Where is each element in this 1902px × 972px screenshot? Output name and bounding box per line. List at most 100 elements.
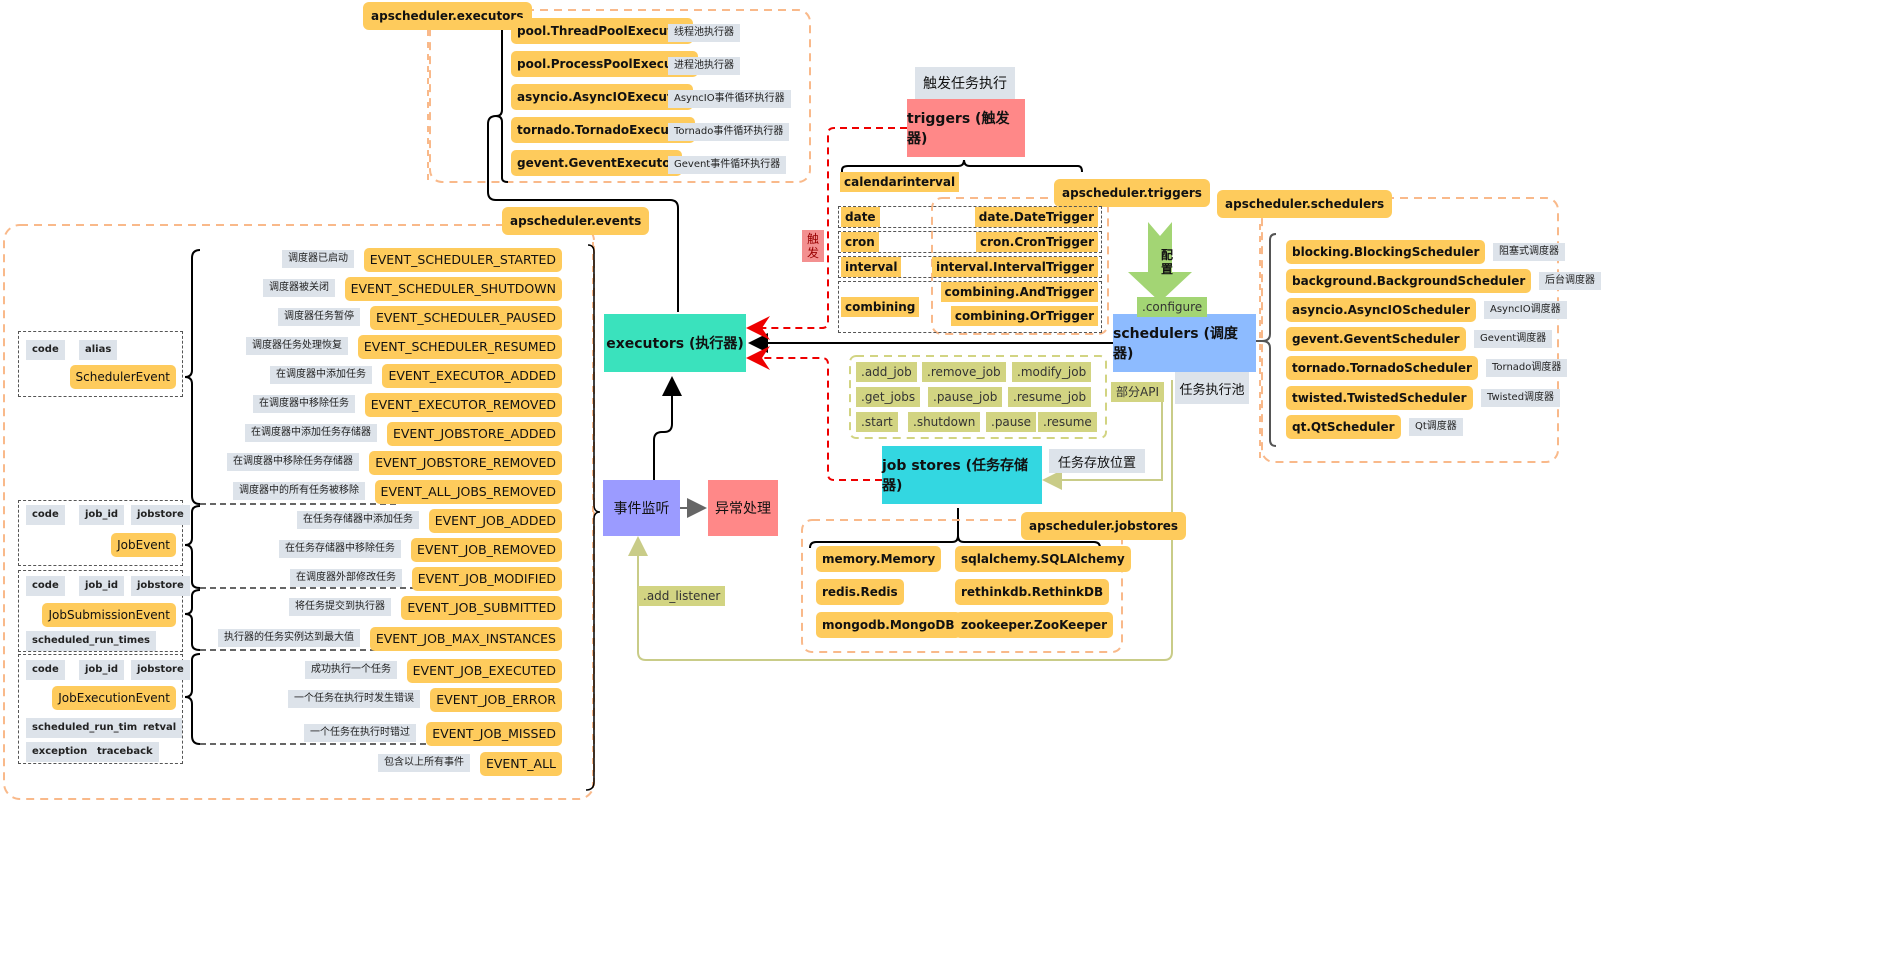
event-desc: 在调度器外部修改任务 bbox=[290, 569, 402, 587]
event-desc: 将任务提交到执行器 bbox=[289, 598, 391, 616]
trigger-alias: interval bbox=[841, 257, 902, 277]
scheduler-class: twisted.TwistedScheduler bbox=[1286, 386, 1473, 410]
trigger-alias: date bbox=[841, 207, 880, 227]
exception-handling-node[interactable]: 异常处理 bbox=[708, 480, 778, 536]
scheduler-class: qt.QtScheduler bbox=[1286, 415, 1401, 439]
attr-exception: exception bbox=[26, 742, 94, 762]
event-desc: 调度器中的所有任务被移除 bbox=[233, 482, 365, 500]
job-submission-event-box: code job_id jobstore JobSubmissionEvent … bbox=[18, 570, 190, 652]
attr-job-id: job_id bbox=[79, 576, 125, 596]
event-constant: EVENT_JOB_SUBMITTED bbox=[401, 596, 562, 620]
event-constant: EVENT_JOB_MISSED bbox=[426, 722, 562, 746]
event-constant: EVENT_JOB_MAX_INSTANCES bbox=[369, 627, 562, 651]
jobstore-class: memory.Memory bbox=[816, 546, 942, 572]
scheduler-desc: AsyncIO调度器 bbox=[1484, 301, 1567, 319]
executors-node[interactable]: executors (执行器) bbox=[604, 314, 746, 372]
event-constant: EVENT_SCHEDULER_RESUMED bbox=[357, 335, 562, 359]
attr-alias: alias bbox=[79, 340, 118, 360]
jobstore-class: redis.Redis bbox=[816, 579, 904, 605]
scheduler-class: tornado.TornadoScheduler bbox=[1286, 356, 1478, 380]
api-method[interactable]: .start bbox=[856, 412, 898, 432]
trigger-class: date.DateTrigger bbox=[974, 207, 1098, 227]
jobstores-module-label: apscheduler.jobstores bbox=[1021, 512, 1187, 540]
executor-class: pool.ThreadPoolExecutor bbox=[511, 18, 694, 44]
trigger-alias: cron bbox=[841, 232, 879, 252]
event-desc: 包含以上所有事件 bbox=[378, 754, 470, 772]
attr-code: code bbox=[26, 576, 65, 596]
scheduler-desc: Gevent调度器 bbox=[1474, 330, 1553, 348]
executor-desc: 进程池执行器 bbox=[668, 57, 740, 75]
jobstore-class: sqlalchemy.SQLAlchemy bbox=[955, 546, 1131, 572]
api-method[interactable]: .pause bbox=[986, 412, 1037, 432]
trigger-tag: 触发 bbox=[802, 230, 824, 262]
configure-label: .configure bbox=[1137, 297, 1208, 317]
schedulers-node[interactable]: schedulers (调度器) bbox=[1113, 314, 1256, 372]
executor-class: gevent.GeventExecutor bbox=[511, 150, 683, 176]
trigger-class: cron.CronTrigger bbox=[975, 232, 1098, 252]
trigger-class: combining.AndTrigger bbox=[940, 282, 1098, 302]
scheduler-desc: Qt调度器 bbox=[1409, 418, 1463, 436]
scheduler-class: background.BackgroundScheduler bbox=[1286, 269, 1532, 293]
event-desc: 在调度器中移除任务存储器 bbox=[227, 453, 359, 471]
event-constant: EVENT_JOB_EXECUTED bbox=[406, 659, 562, 683]
event-constant: EVENT_JOBSTORE_REMOVED bbox=[369, 451, 562, 475]
event-constant: EVENT_ALL bbox=[479, 752, 562, 776]
trigger-alias: combining bbox=[841, 297, 920, 317]
event-desc: 在任务存储器中移除任务 bbox=[279, 540, 401, 558]
trigger-class: combining.OrTrigger bbox=[950, 306, 1098, 326]
event-constant: EVENT_SCHEDULER_PAUSED bbox=[369, 306, 562, 330]
event-desc: 在任务存储器中添加任务 bbox=[297, 511, 419, 529]
event-desc: 成功执行一个任务 bbox=[305, 661, 397, 679]
jobstore-class: rethinkdb.RethinkDB bbox=[955, 579, 1110, 605]
executor-class: asyncio.AsyncIOExecutor bbox=[511, 84, 693, 110]
event-desc: 调度器被关闭 bbox=[263, 279, 335, 297]
triggers-node[interactable]: triggers (触发器) bbox=[907, 99, 1025, 157]
event-listener-node[interactable]: 事件监听 bbox=[603, 480, 680, 536]
event-constant: EVENT_JOB_REMOVED bbox=[411, 538, 562, 562]
event-desc: 一个任务在执行时发生错误 bbox=[288, 690, 420, 708]
event-constant: EVENT_JOB_ADDED bbox=[428, 509, 562, 533]
executor-desc: Tornado事件循环执行器 bbox=[668, 123, 790, 141]
attr-retval: retval bbox=[137, 718, 183, 738]
attr-jobstore: jobstore bbox=[131, 505, 190, 525]
event-constant: EVENT_EXECUTOR_ADDED bbox=[382, 364, 562, 388]
attr-code: code bbox=[26, 340, 65, 360]
scheduler-class: asyncio.AsyncIOScheduler bbox=[1286, 298, 1476, 322]
scheduler-class: blocking.BlockingScheduler bbox=[1286, 240, 1486, 264]
pool-note: 任务执行池 bbox=[1175, 372, 1249, 404]
scheduler-desc: Tornado调度器 bbox=[1486, 359, 1568, 377]
api-method[interactable]: .resume bbox=[1038, 412, 1097, 432]
event-desc: 在调度器中添加任务存储器 bbox=[245, 424, 377, 442]
executor-desc: AsyncIO事件循环执行器 bbox=[668, 90, 791, 108]
event-desc: 在调度器中添加任务 bbox=[270, 366, 372, 384]
api-method[interactable]: .get_jobs bbox=[856, 387, 921, 407]
scheduler-desc: Twisted调度器 bbox=[1481, 389, 1561, 407]
job-event-class: JobEvent bbox=[111, 533, 176, 557]
event-desc: 一个任务在执行时错过 bbox=[304, 724, 416, 742]
job-submission-event-class: JobSubmissionEvent bbox=[42, 603, 176, 627]
api-method[interactable]: .resume_job bbox=[1008, 387, 1092, 407]
api-method[interactable]: .add_job bbox=[856, 362, 917, 382]
attr-jobstore: jobstore bbox=[131, 576, 190, 596]
event-desc: 调度器任务暂停 bbox=[278, 308, 360, 326]
api-method[interactable]: .remove_job bbox=[922, 362, 1006, 382]
executors-module-label: apscheduler.executors bbox=[363, 2, 532, 30]
api-method[interactable]: .modify_job bbox=[1012, 362, 1092, 382]
attr-scheduled-run-times: scheduled_run_times bbox=[26, 631, 156, 651]
triggers-module-label: apscheduler.triggers bbox=[1054, 179, 1210, 207]
scheduler-class: gevent.GeventScheduler bbox=[1286, 327, 1466, 351]
trigger-class: interval.IntervalTrigger bbox=[931, 257, 1098, 277]
attr-job-id: job_id bbox=[79, 505, 125, 525]
api-method[interactable]: .shutdown bbox=[908, 412, 981, 432]
event-desc: 执行器的任务实例达到最大值 bbox=[218, 629, 360, 647]
scheduler-desc: 后台调度器 bbox=[1539, 272, 1601, 290]
jobstore-class: mongodb.MongoDB bbox=[816, 612, 961, 638]
scheduler-event-box: code alias SchedulerEvent bbox=[18, 331, 183, 397]
event-desc: 调度器任务处理恢复 bbox=[246, 337, 348, 355]
event-desc: 调度器已启动 bbox=[282, 250, 354, 268]
jobstores-node[interactable]: job stores (任务存储器) bbox=[882, 446, 1042, 504]
jobstores-note: 任务存放位置 bbox=[1049, 449, 1145, 473]
scheduler-desc: 阻塞式调度器 bbox=[1493, 243, 1565, 261]
job-execution-event-class: JobExecutionEvent bbox=[52, 686, 176, 710]
api-method[interactable]: .pause_job bbox=[928, 387, 1003, 407]
